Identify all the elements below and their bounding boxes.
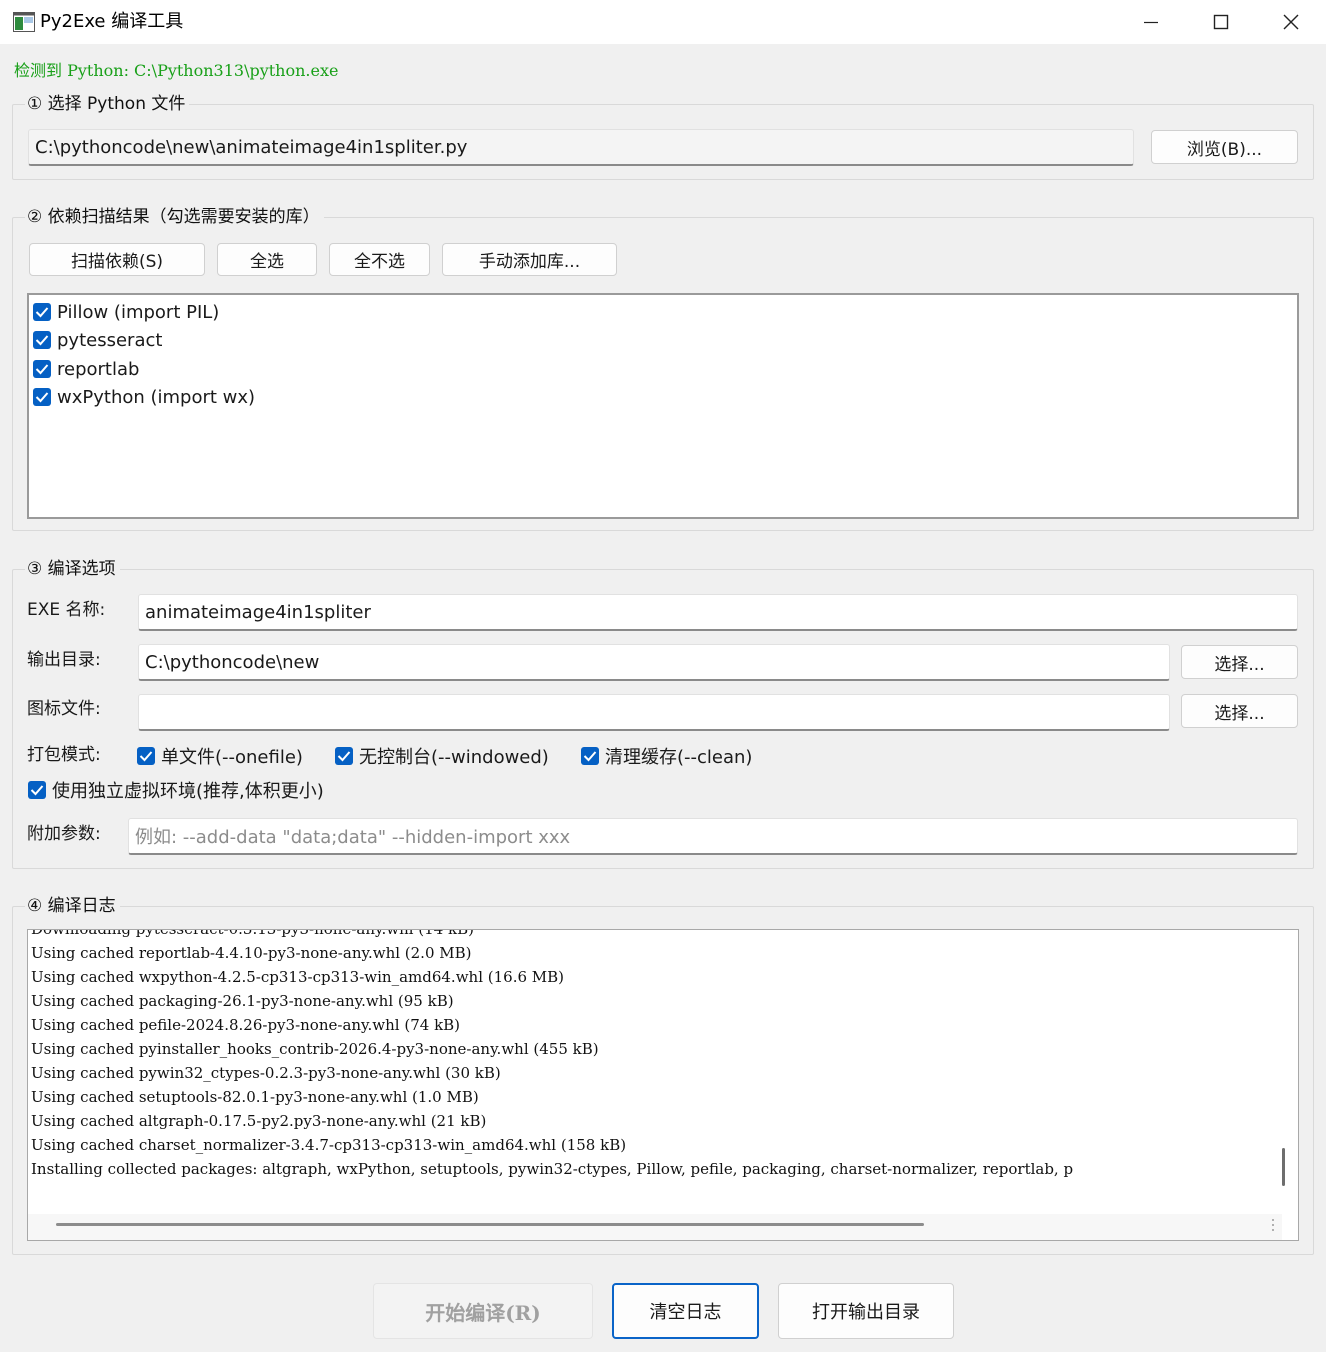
start-compile-button[interactable]: 开始编译(R) (373, 1283, 593, 1339)
dependency-label: wxPython (import wx) (57, 386, 256, 408)
icon-file-label: 图标文件: (27, 699, 101, 719)
onefile-checkbox[interactable]: 单文件(--onefile) (137, 743, 303, 769)
options-section-title: ③ 编译选项 (25, 557, 120, 581)
choose-output-dir-button[interactable]: 选择... (1181, 645, 1298, 679)
minimize-icon (1144, 21, 1158, 24)
choose-icon-file-button[interactable]: 选择... (1181, 694, 1298, 728)
dependency-label: reportlab (57, 358, 140, 380)
dependency-list[interactable]: Pillow (import PIL) pytesseract reportla… (27, 293, 1299, 519)
list-item[interactable]: wxPython (import wx) (33, 384, 255, 410)
manual-add-lib-button[interactable]: 手动添加库... (442, 243, 617, 276)
resize-grip-icon (1272, 1219, 1274, 1231)
log-line: Using cached pefile-2024.8.26-py3-none-a… (31, 1016, 461, 1034)
list-item[interactable]: Pillow (import PIL) (33, 299, 219, 325)
close-icon (1283, 14, 1299, 30)
log-line: Using cached pywin32_ctypes-0.2.3-py3-no… (31, 1064, 501, 1082)
log-line: Downloading pytesseract-0.3.13-py3-none-… (31, 930, 1073, 941)
windowed-label: 无控制台(--windowed) (359, 747, 549, 768)
deps-section-title: ② 依赖扫描结果（勾选需要安装的库） (25, 205, 324, 229)
exe-name-label: EXE 名称: (27, 600, 106, 620)
output-dir-label: 输出目录: (27, 650, 101, 670)
log-line: Using cached reportlab-4.4.10-py3-none-a… (31, 944, 472, 962)
icon-file-field[interactable] (138, 694, 1170, 731)
clean-checkbox[interactable]: 清理缓存(--clean) (581, 743, 752, 769)
clear-log-button[interactable]: 清空日志 (612, 1283, 759, 1339)
scan-deps-button[interactable]: 扫描依赖(S) (29, 243, 205, 276)
extra-args-field[interactable]: 例如: --add-data "data;data" --hidden-impo… (128, 818, 1298, 855)
python-file-path-field[interactable]: C:\pythoncode\new\animateimage4in1splite… (28, 129, 1134, 166)
log-section-title: ④ 编译日志 (25, 894, 120, 918)
browse-button[interactable]: 浏览(B)... (1151, 130, 1298, 164)
venv-checkbox[interactable]: 使用独立虚拟环境(推荐,体积更小) (28, 777, 324, 803)
log-horizontal-scrollbar[interactable] (28, 1214, 1282, 1240)
exe-name-field[interactable]: animateimage4in1spliter (138, 594, 1298, 631)
log-line: Using cached charset_normalizer-3.4.7-cp… (31, 1136, 627, 1154)
checkbox-checked-icon[interactable] (335, 747, 353, 765)
select-none-button[interactable]: 全不选 (329, 243, 430, 276)
clean-label: 清理缓存(--clean) (605, 747, 753, 768)
list-item[interactable]: pytesseract (33, 327, 162, 353)
open-output-dir-button[interactable]: 打开输出目录 (778, 1283, 954, 1339)
log-line: Using cached packaging-26.1-py3-none-any… (31, 992, 454, 1010)
close-button[interactable] (1256, 0, 1326, 44)
onefile-label: 单文件(--onefile) (161, 747, 303, 768)
checkbox-checked-icon[interactable] (33, 388, 51, 406)
checkbox-checked-icon[interactable] (137, 747, 155, 765)
checkbox-checked-icon[interactable] (28, 781, 46, 799)
windowed-checkbox[interactable]: 无控制台(--windowed) (335, 743, 549, 769)
log-line: Installing collected packages: altgraph,… (31, 1160, 1074, 1178)
venv-label: 使用独立虚拟环境(推荐,体积更小) (52, 781, 324, 802)
compile-log[interactable]: Downloading pytesseract-0.3.13-py3-none-… (27, 929, 1299, 1241)
log-line: Using cached altgraph-0.17.5-py2.py3-non… (31, 1112, 487, 1130)
file-section-title: ① 选择 Python 文件 (25, 92, 190, 116)
log-line: Using cached pyinstaller_hooks_contrib-2… (31, 1040, 599, 1058)
log-line: Using cached wxpython-4.2.5-cp313-cp313-… (31, 968, 565, 986)
extra-args-label: 附加参数: (27, 824, 101, 844)
checkbox-checked-icon[interactable] (33, 331, 51, 349)
log-horizontal-scroll-thumb[interactable] (56, 1223, 924, 1226)
dependency-label: Pillow (import PIL) (57, 301, 220, 323)
dependency-label: pytesseract (57, 329, 163, 351)
minimize-button[interactable] (1116, 0, 1186, 44)
output-dir-field[interactable]: C:\pythoncode\new (138, 644, 1170, 681)
select-all-button[interactable]: 全选 (217, 243, 317, 276)
log-viewport: Downloading pytesseract-0.3.13-py3-none-… (28, 930, 1282, 1214)
app-window-icon (13, 12, 35, 32)
log-line: Using cached setuptools-82.0.1-py3-none-… (31, 1088, 479, 1106)
window-title: Py2Exe 编译工具 (40, 11, 184, 32)
maximize-icon (1213, 14, 1229, 30)
checkbox-checked-icon[interactable] (33, 303, 51, 321)
list-item[interactable]: reportlab (33, 356, 139, 382)
maximize-button[interactable] (1186, 0, 1256, 44)
title-bar[interactable]: Py2Exe 编译工具 (0, 0, 1326, 44)
pack-mode-label: 打包模式: (27, 745, 101, 765)
checkbox-checked-icon[interactable] (581, 747, 599, 765)
python-detected-status: 检测到 Python: C:\Python313\python.exe (14, 61, 339, 80)
log-vertical-scrollbar[interactable] (1282, 1148, 1285, 1186)
checkbox-checked-icon[interactable] (33, 360, 51, 378)
